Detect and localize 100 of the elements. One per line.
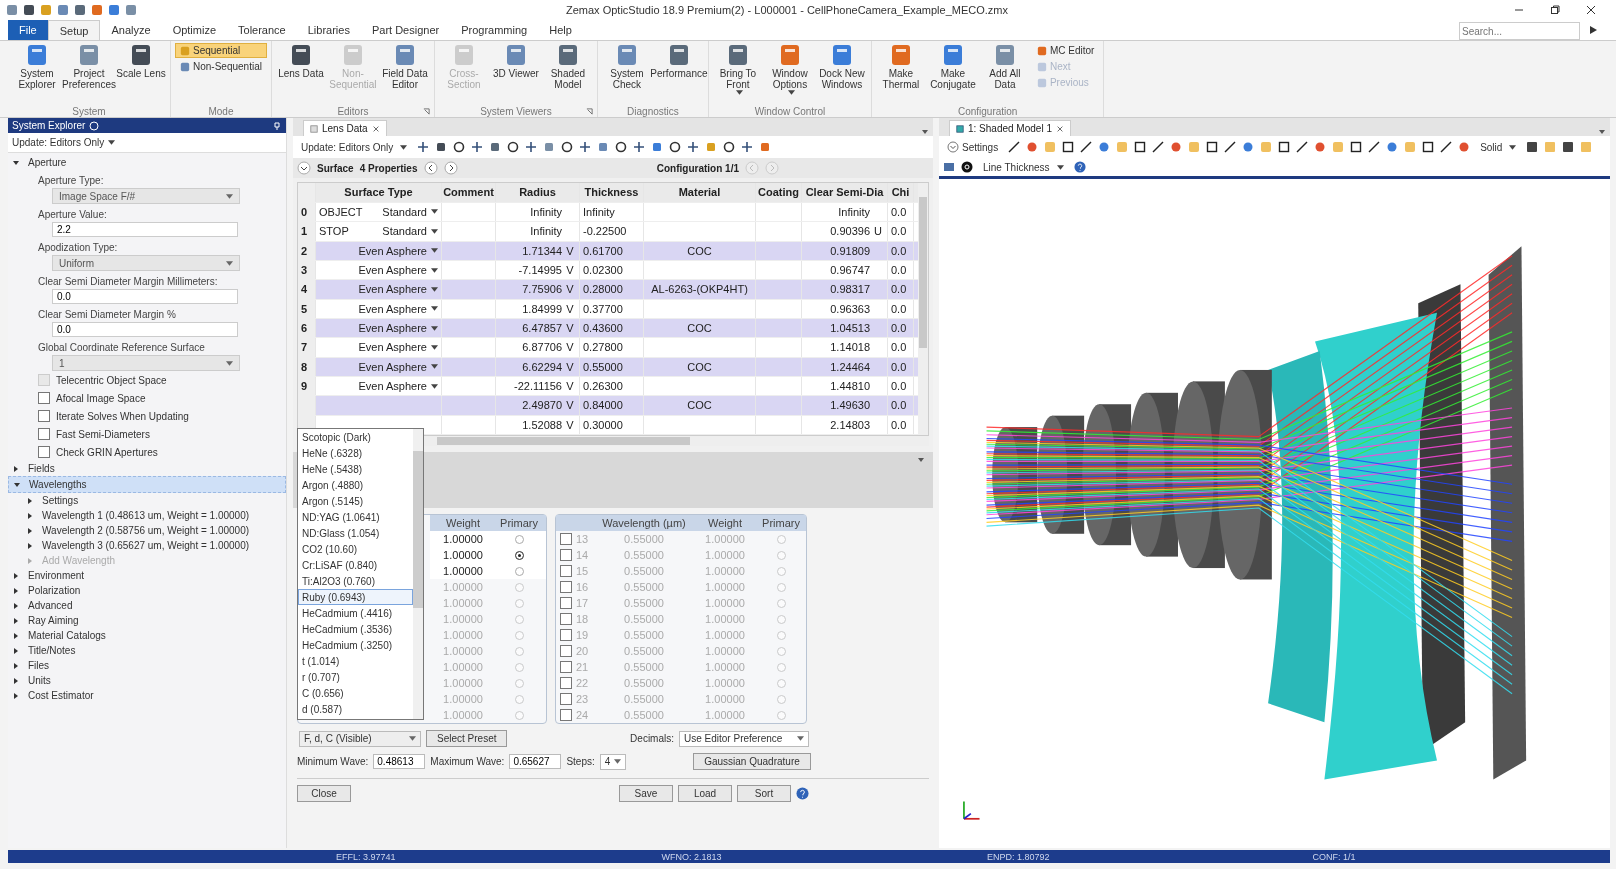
menu-item[interactable]: Argon (.5145) [298, 493, 413, 509]
toolbar-icon[interactable] [1440, 141, 1453, 153]
table-row[interactable]: 3 Even Asphere -7.14995 V 0.02300 0.96747 0.0 [298, 260, 918, 281]
dialog-button[interactable]: Save [619, 785, 673, 802]
surface-type-dropdown[interactable]: Even Asphere [358, 380, 438, 393]
close-icon[interactable] [371, 124, 380, 133]
checkbox[interactable] [560, 629, 572, 641]
surface-type-dropdown[interactable]: Even Asphere [358, 341, 438, 354]
solve-marker[interactable]: V [566, 244, 574, 257]
tree-item[interactable]: Environment [8, 568, 286, 583]
ribbon-button[interactable]: Field Data Editor [379, 43, 430, 90]
surface-type-dropdown[interactable]: Even Asphere [358, 360, 438, 373]
line-thickness-dropdown[interactable]: Line Thickness [979, 161, 1068, 173]
toolbar-icon[interactable] [1062, 141, 1075, 153]
scrollbar[interactable] [918, 183, 928, 435]
select-field[interactable]: Image Space F/# [52, 188, 240, 204]
menu-tab[interactable]: Part Designer [360, 20, 451, 40]
menu-tab[interactable]: Help [538, 20, 583, 40]
toolbar-icon[interactable] [1278, 141, 1291, 153]
tree-item[interactable]: Polarization [8, 583, 286, 598]
radio-button[interactable] [514, 534, 524, 544]
tree-item[interactable]: Wavelength 2 (0.58756 um, Weight = 1.00000) [8, 523, 286, 538]
menu-tab[interactable]: Analyze [100, 20, 162, 40]
table-row[interactable]: 1 STOP Standard Infinity -0.22500 0.90396 U 0.0 [298, 222, 918, 242]
tree-item[interactable]: Ray Aiming [8, 613, 286, 628]
menu-item[interactable]: Cr:LiSAF (0.840) [298, 557, 413, 573]
table-row[interactable]: 4 Even Asphere 7.75906 V 0.28000 AL-6263-(OKP4HT) 0.98317 0.0 [298, 280, 918, 300]
toolbar-icon[interactable] [507, 141, 520, 153]
checkbox[interactable] [560, 645, 572, 657]
solve-marker[interactable]: V [566, 264, 574, 276]
toolbar-icon[interactable] [633, 141, 646, 153]
table-row[interactable]: 6 Even Asphere 6.47857 V 0.43600 COC 1.04513 0.0 [298, 318, 918, 339]
previous-icon[interactable] [423, 161, 438, 175]
collapse-icon[interactable] [297, 161, 311, 175]
close-button[interactable]: Close [297, 785, 351, 802]
preset-dropdown[interactable]: F, d, C (Visible) [299, 730, 421, 747]
surface-type-dropdown[interactable]: Even Asphere [358, 264, 438, 276]
table-row[interactable]: 1.00000 [430, 563, 546, 579]
ribbon-button[interactable]: System Explorer [12, 43, 62, 90]
gaussian-quadrature-button[interactable]: Gaussian Quadrature [693, 753, 811, 770]
launcher-icon[interactable] [585, 108, 593, 115]
help-icon[interactable] [796, 787, 809, 800]
checkbox[interactable] [560, 565, 572, 577]
toolbar-icon[interactable] [1134, 141, 1147, 153]
help-icon[interactable] [1073, 161, 1086, 173]
close-icon[interactable] [1055, 124, 1064, 133]
dialog-button[interactable]: Load [678, 785, 732, 802]
radio-button[interactable] [514, 550, 524, 560]
menu-item[interactable]: r (0.707) [298, 669, 413, 685]
select-field[interactable]: 1 [52, 355, 240, 371]
ribbon-button[interactable]: Lens Data [275, 43, 326, 79]
menu-tab[interactable]: Setup [47, 20, 101, 40]
table-row[interactable]: 7 Even Asphere 6.87706 V 0.27800 1.14018 0.0 [298, 338, 918, 358]
checkbox[interactable] [560, 597, 572, 609]
table-row[interactable]: 2 Even Asphere 1.71344 V 0.61700 COC 0.91809 0.0 [298, 241, 918, 261]
toolbar-icon[interactable] [1224, 141, 1237, 153]
menu-item[interactable]: Ruby (0.6943) [298, 589, 413, 605]
radio-button[interactable] [514, 566, 524, 576]
toolbar-icon[interactable] [1080, 141, 1093, 153]
toolbar-icon[interactable] [579, 141, 592, 153]
menu-item[interactable]: HeCadmium (.3536) [298, 621, 413, 637]
ribbon-button[interactable]: MC Editor [1031, 43, 1100, 58]
ribbon-button[interactable]: Make Thermal [875, 43, 926, 90]
dialog-button[interactable]: Sort [737, 785, 791, 802]
settings-button[interactable]: Settings [943, 141, 1003, 153]
solve-marker[interactable]: V [566, 399, 574, 412]
menu-item[interactable]: C (0.656) [298, 685, 413, 701]
tree-item[interactable]: Units [8, 673, 286, 688]
input-field[interactable]: 2.2 [52, 222, 238, 237]
toolbar-icon[interactable] [453, 141, 466, 153]
input-field[interactable]: 0.48613 [373, 754, 426, 769]
launcher-icon[interactable] [422, 108, 430, 115]
menu-item[interactable]: HeCadmium (.3250) [298, 637, 413, 653]
checkbox[interactable] [560, 549, 572, 561]
menu-tab[interactable]: Libraries [296, 20, 361, 40]
table-row[interactable]: 8 Even Asphere 6.62294 V 0.55000 COC 1.24464 0.0 [298, 357, 918, 377]
ribbon-button[interactable]: Sequential [175, 43, 267, 58]
scrollbar[interactable] [413, 429, 423, 719]
toolbar-icon[interactable] [1368, 141, 1381, 153]
document-tab[interactable]: Lens Data [303, 120, 387, 136]
input-field[interactable]: 0.65627 [509, 754, 562, 769]
toolbar-icon[interactable] [1296, 141, 1309, 153]
ribbon-button[interactable]: Dock New Windows [816, 43, 867, 90]
dropdown-icon[interactable] [917, 456, 925, 464]
menu-item[interactable]: t (1.014) [298, 653, 413, 669]
solve-marker[interactable]: V [566, 302, 574, 315]
solve-marker[interactable]: V [566, 341, 574, 354]
ribbon-button[interactable]: Project Preferences [64, 43, 114, 90]
toolbar-icon[interactable] [561, 141, 574, 153]
menu-tab[interactable]: Optimize [161, 20, 228, 40]
surface-type-dropdown[interactable]: Standard [382, 225, 438, 238]
help-icon[interactable] [89, 120, 100, 131]
solve-marker[interactable]: V [566, 360, 574, 373]
table-row[interactable]: 0 OBJECT Standard Infinity Infinity Infinity 0.0 [298, 202, 918, 223]
ribbon-button[interactable]: Non-Sequential [175, 59, 267, 74]
tree-item[interactable]: Files [8, 658, 286, 673]
next-icon[interactable] [443, 161, 458, 175]
surface-type-dropdown[interactable]: Even Asphere [358, 244, 438, 257]
solve-marker[interactable]: V [566, 283, 574, 296]
pin-icon[interactable] [272, 120, 282, 131]
